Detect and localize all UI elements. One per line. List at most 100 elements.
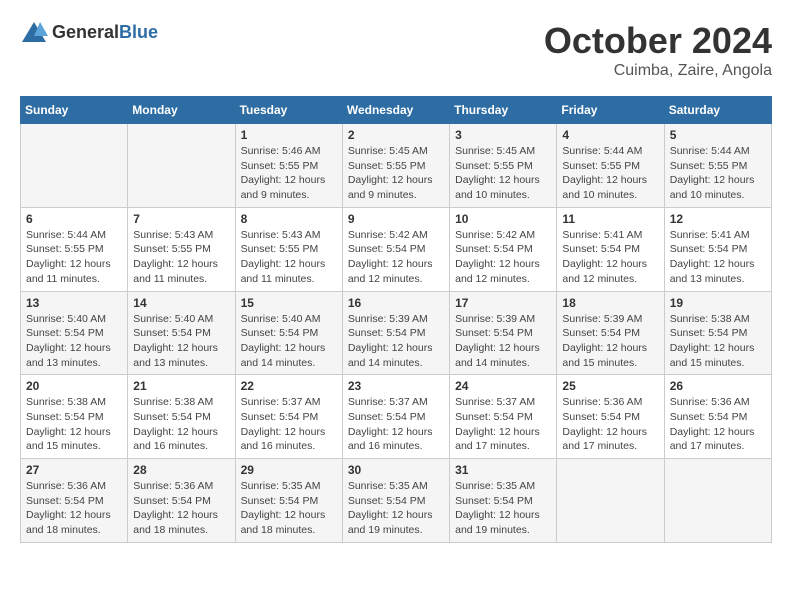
calendar-cell: 6 Sunrise: 5:44 AM Sunset: 5:55 PM Daylig… [21,207,128,291]
calendar-cell: 26 Sunrise: 5:36 AM Sunset: 5:54 PM Dayli… [664,375,771,459]
day-info: Sunrise: 5:35 AM Sunset: 5:54 PM Dayligh… [241,479,337,538]
day-number: 31 [455,463,551,477]
calendar-cell [557,459,664,543]
day-info: Sunrise: 5:45 AM Sunset: 5:55 PM Dayligh… [455,144,551,203]
calendar-cell: 12 Sunrise: 5:41 AM Sunset: 5:54 PM Dayli… [664,207,771,291]
day-number: 19 [670,296,766,310]
calendar-cell: 29 Sunrise: 5:35 AM Sunset: 5:54 PM Dayli… [235,459,342,543]
day-info: Sunrise: 5:36 AM Sunset: 5:54 PM Dayligh… [562,395,658,454]
day-info: Sunrise: 5:35 AM Sunset: 5:54 PM Dayligh… [455,479,551,538]
calendar-cell: 16 Sunrise: 5:39 AM Sunset: 5:54 PM Dayli… [342,291,449,375]
day-info: Sunrise: 5:41 AM Sunset: 5:54 PM Dayligh… [562,228,658,287]
day-info: Sunrise: 5:35 AM Sunset: 5:54 PM Dayligh… [348,479,444,538]
calendar-cell: 5 Sunrise: 5:44 AM Sunset: 5:55 PM Daylig… [664,124,771,208]
calendar-cell: 14 Sunrise: 5:40 AM Sunset: 5:54 PM Dayli… [128,291,235,375]
calendar-cell: 10 Sunrise: 5:42 AM Sunset: 5:54 PM Dayli… [450,207,557,291]
day-number: 15 [241,296,337,310]
day-info: Sunrise: 5:43 AM Sunset: 5:55 PM Dayligh… [241,228,337,287]
day-info: Sunrise: 5:37 AM Sunset: 5:54 PM Dayligh… [348,395,444,454]
day-number: 21 [133,379,229,393]
day-number: 27 [26,463,122,477]
day-info: Sunrise: 5:44 AM Sunset: 5:55 PM Dayligh… [26,228,122,287]
header: GeneralBlue October 2024 Cuimba, Zaire, … [20,20,772,80]
day-number: 25 [562,379,658,393]
day-info: Sunrise: 5:46 AM Sunset: 5:55 PM Dayligh… [241,144,337,203]
day-number: 16 [348,296,444,310]
calendar-cell: 1 Sunrise: 5:46 AM Sunset: 5:55 PM Daylig… [235,124,342,208]
calendar-cell: 24 Sunrise: 5:37 AM Sunset: 5:54 PM Dayli… [450,375,557,459]
day-header-friday: Friday [557,97,664,124]
calendar-cell: 20Sunrise: 5:38 AM Sunset: 5:54 PM Dayli… [21,375,128,459]
calendar-cell: 18 Sunrise: 5:39 AM Sunset: 5:54 PM Dayli… [557,291,664,375]
calendar-cell: 31 Sunrise: 5:35 AM Sunset: 5:54 PM Dayli… [450,459,557,543]
calendar-cell [21,124,128,208]
day-number: 7 [133,212,229,226]
calendar-cell: 22Sunrise: 5:37 AM Sunset: 5:54 PM Dayli… [235,375,342,459]
day-header-monday: Monday [128,97,235,124]
day-info: Sunrise: 5:39 AM Sunset: 5:54 PM Dayligh… [562,312,658,371]
calendar-cell: 11 Sunrise: 5:41 AM Sunset: 5:54 PM Dayli… [557,207,664,291]
calendar-cell: 8 Sunrise: 5:43 AM Sunset: 5:55 PM Daylig… [235,207,342,291]
day-info: Sunrise: 5:43 AM Sunset: 5:55 PM Dayligh… [133,228,229,287]
day-number: 12 [670,212,766,226]
calendar-cell: 30 Sunrise: 5:35 AM Sunset: 5:54 PM Dayli… [342,459,449,543]
day-number: 11 [562,212,658,226]
day-info: Sunrise: 5:38 AM Sunset: 5:54 PM Dayligh… [26,395,122,454]
day-info: Sunrise: 5:40 AM Sunset: 5:54 PM Dayligh… [241,312,337,371]
calendar-cell: 9 Sunrise: 5:42 AM Sunset: 5:54 PM Daylig… [342,207,449,291]
calendar-cell [128,124,235,208]
day-header-saturday: Saturday [664,97,771,124]
day-header-wednesday: Wednesday [342,97,449,124]
day-info: Sunrise: 5:38 AM Sunset: 5:54 PM Dayligh… [670,312,766,371]
day-info: Sunrise: 5:42 AM Sunset: 5:54 PM Dayligh… [455,228,551,287]
day-info: Sunrise: 5:36 AM Sunset: 5:54 PM Dayligh… [670,395,766,454]
day-info: Sunrise: 5:41 AM Sunset: 5:54 PM Dayligh… [670,228,766,287]
day-info: Sunrise: 5:40 AM Sunset: 5:54 PM Dayligh… [133,312,229,371]
day-number: 17 [455,296,551,310]
calendar-cell: 3 Sunrise: 5:45 AM Sunset: 5:55 PM Daylig… [450,124,557,208]
day-number: 1 [241,128,337,142]
location-title: Cuimba, Zaire, Angola [544,62,772,80]
day-info: Sunrise: 5:42 AM Sunset: 5:54 PM Dayligh… [348,228,444,287]
day-info: Sunrise: 5:36 AM Sunset: 5:54 PM Dayligh… [26,479,122,538]
calendar-cell: 27 Sunrise: 5:36 AM Sunset: 5:54 PM Dayli… [21,459,128,543]
day-header-sunday: Sunday [21,97,128,124]
day-number: 23 [348,379,444,393]
day-info: Sunrise: 5:44 AM Sunset: 5:55 PM Dayligh… [670,144,766,203]
day-info: Sunrise: 5:37 AM Sunset: 5:54 PM Dayligh… [455,395,551,454]
calendar-cell: 23 Sunrise: 5:37 AM Sunset: 5:54 PM Dayli… [342,375,449,459]
day-number: 18 [562,296,658,310]
day-info: Sunrise: 5:39 AM Sunset: 5:54 PM Dayligh… [348,312,444,371]
month-title: October 2024 [544,20,772,62]
calendar-cell: 15 Sunrise: 5:40 AM Sunset: 5:54 PM Dayli… [235,291,342,375]
day-number: 10 [455,212,551,226]
calendar-cell: 25 Sunrise: 5:36 AM Sunset: 5:54 PM Dayli… [557,375,664,459]
day-number: 30 [348,463,444,477]
day-header-tuesday: Tuesday [235,97,342,124]
calendar-cell: 2 Sunrise: 5:45 AM Sunset: 5:55 PM Daylig… [342,124,449,208]
day-number: 29 [241,463,337,477]
day-number: 3 [455,128,551,142]
day-number: 8 [241,212,337,226]
day-info: Sunrise: 5:36 AM Sunset: 5:54 PM Dayligh… [133,479,229,538]
day-info: Sunrise: 5:39 AM Sunset: 5:54 PM Dayligh… [455,312,551,371]
day-number: 2 [348,128,444,142]
day-number: 9 [348,212,444,226]
day-number: 5 [670,128,766,142]
calendar-cell [664,459,771,543]
day-number: 26 [670,379,766,393]
day-info: Sunrise: 5:44 AM Sunset: 5:55 PM Dayligh… [562,144,658,203]
day-info: Sunrise: 5:40 AM Sunset: 5:54 PM Dayligh… [26,312,122,371]
logo: GeneralBlue [20,20,158,44]
day-info: Sunrise: 5:38 AM Sunset: 5:54 PM Dayligh… [133,395,229,454]
day-number: 6 [26,212,122,226]
calendar-cell: 21 Sunrise: 5:38 AM Sunset: 5:54 PM Dayli… [128,375,235,459]
logo-icon [20,20,48,44]
day-number: 4 [562,128,658,142]
day-number: 14 [133,296,229,310]
calendar-cell: 17 Sunrise: 5:39 AM Sunset: 5:54 PM Dayli… [450,291,557,375]
day-info: Sunrise: 5:45 AM Sunset: 5:55 PM Dayligh… [348,144,444,203]
day-info: Sunrise: 5:37 AM Sunset: 5:54 PM Dayligh… [241,395,337,454]
calendar-cell: 13Sunrise: 5:40 AM Sunset: 5:54 PM Dayli… [21,291,128,375]
day-number: 24 [455,379,551,393]
